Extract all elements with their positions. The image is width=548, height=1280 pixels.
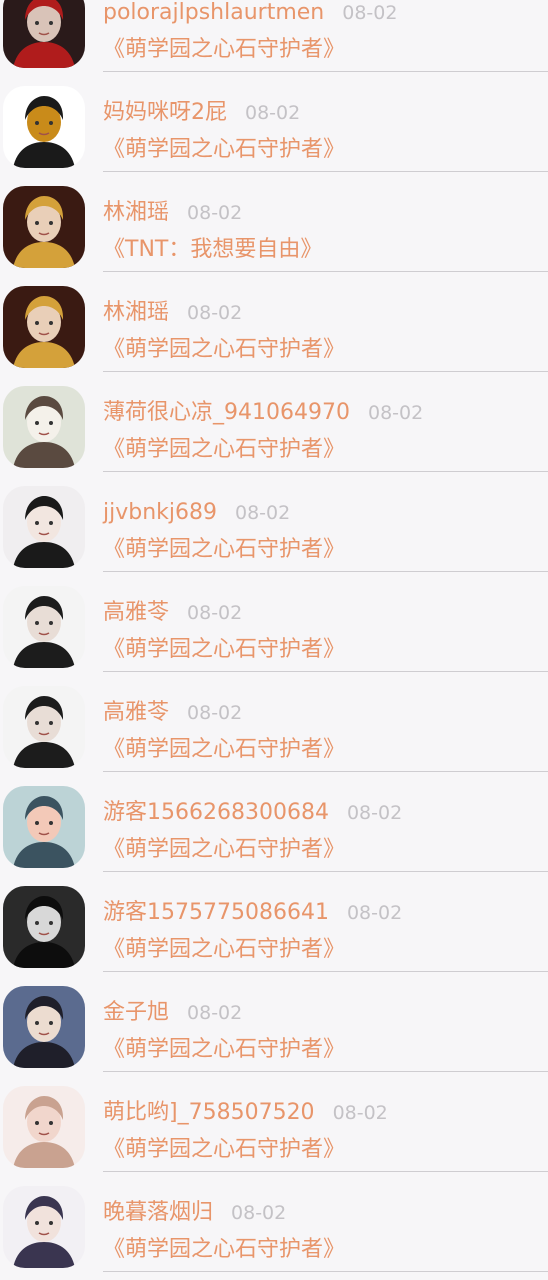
mirror-selfie-avatar <box>3 886 85 968</box>
work-title[interactable]: 《萌学园之心石守护者》 <box>103 935 345 965</box>
username[interactable]: polorajlpshlaurtmen <box>103 0 324 27</box>
list-item[interactable]: 林湘瑶 08-02 《萌学园之心石守护者》 <box>0 272 548 372</box>
username[interactable]: 金子旭 <box>103 999 169 1027</box>
post-date: 08-02 <box>346 902 403 924</box>
list-item[interactable]: 高雅苓 08-02 《萌学园之心石守护者》 <box>0 672 548 772</box>
post-date: 08-02 <box>342 2 398 24</box>
username[interactable]: 林湘瑶 <box>103 199 169 227</box>
username[interactable]: jjvbnkj689 <box>103 499 217 527</box>
post-date: 08-02 <box>367 402 424 424</box>
post-date: 08-02 <box>245 102 301 124</box>
comment-meta: 游客1575775086641 08-02 <box>103 898 402 928</box>
work-title[interactable]: 《萌学园之心石守护者》 <box>103 35 345 65</box>
comment-meta: 薄荷很心凉_941064970 08-02 <box>103 398 423 428</box>
dark-hair-man-avatar <box>3 586 85 668</box>
list-item[interactable]: 林湘瑶 08-02 《TNT：我想要自由》 <box>0 172 548 272</box>
list-item[interactable]: 高雅苓 08-02 《萌学园之心石守护者》 <box>0 572 548 672</box>
username[interactable]: 晚暮落烟归 <box>103 1199 213 1227</box>
post-date: 08-02 <box>332 1102 388 1124</box>
post-date: 08-02 <box>187 1002 243 1024</box>
post-date: 08-02 <box>231 1202 287 1224</box>
comment-meta: 妈妈咪呀2屁 08-02 <box>103 98 300 128</box>
work-title[interactable]: 《萌学园之心石守护者》 <box>103 1035 345 1065</box>
girl-with-dog-avatar <box>3 386 85 468</box>
anime-duo-avatar <box>3 1186 85 1268</box>
list-item[interactable]: 晚暮落烟归 08-02 《萌学园之心石守护者》 <box>0 1172 548 1272</box>
post-date: 08-02 <box>235 502 291 524</box>
username[interactable]: 高雅苓 <box>103 699 169 727</box>
work-title[interactable]: 《萌学园之心石守护者》 <box>103 335 345 365</box>
avatar[interactable] <box>3 1186 85 1268</box>
comment-meta: 金子旭 08-02 <box>103 998 242 1028</box>
avatar[interactable] <box>3 386 85 468</box>
list-item[interactable]: 妈妈咪呀2屁 08-02 《萌学园之心石守护者》 <box>0 72 548 172</box>
post-date: 08-02 <box>346 802 403 824</box>
avatar[interactable] <box>3 0 85 68</box>
comment-meta: jjvbnkj689 08-02 <box>103 498 290 528</box>
avatar[interactable] <box>3 486 85 568</box>
avatar[interactable] <box>3 86 85 168</box>
work-title[interactable]: 《萌学园之心石守护者》 <box>103 435 345 465</box>
anime-striped-avatar <box>3 486 85 568</box>
avatar[interactable] <box>3 286 85 368</box>
young-man-avatar <box>3 986 85 1068</box>
list-item[interactable]: 金子旭 08-02 《萌学园之心石守护者》 <box>0 972 548 1072</box>
username[interactable]: 高雅苓 <box>103 599 169 627</box>
avatar[interactable] <box>3 1086 85 1168</box>
comment-meta: 高雅苓 08-02 <box>103 598 242 628</box>
username[interactable]: 林湘瑶 <box>103 299 169 327</box>
comment-meta: 萌比哟]_758507520 08-02 <box>103 1098 388 1128</box>
dark-hair-man-avatar <box>3 686 85 768</box>
avatar[interactable] <box>3 586 85 668</box>
divider <box>103 1271 548 1272</box>
username[interactable]: 游客1566268300684 <box>103 799 329 827</box>
work-title[interactable]: 《萌学园之心石守护者》 <box>103 1235 345 1265</box>
list-item[interactable]: 萌比哟]_758507520 08-02 《萌学园之心石守护者》 <box>0 1072 548 1172</box>
avatar[interactable] <box>3 986 85 1068</box>
wolf-now-logo-avatar <box>3 86 85 168</box>
sunset-photo-avatar <box>3 786 85 868</box>
work-title[interactable]: 《萌学园之心石守护者》 <box>103 535 345 565</box>
list-item[interactable]: polorajlpshlaurtmen 08-02 《萌学园之心石守护者》 <box>0 0 548 72</box>
masked-face-avatar <box>3 0 85 68</box>
comment-meta: 林湘瑶 08-02 <box>103 198 242 228</box>
username[interactable]: 妈妈咪呀2屁 <box>103 99 227 127</box>
list-item[interactable]: jjvbnkj689 08-02 《萌学园之心石守护者》 <box>0 472 548 572</box>
list-item[interactable]: 游客1566268300684 08-02 《萌学园之心石守护者》 <box>0 772 548 872</box>
work-title[interactable]: 《萌学园之心石守护者》 <box>103 135 345 165</box>
costume-portrait-avatar <box>3 286 85 368</box>
post-date: 08-02 <box>187 302 243 324</box>
avatar[interactable] <box>3 686 85 768</box>
avatar[interactable] <box>3 186 85 268</box>
work-title[interactable]: 《萌学园之心石守护者》 <box>103 635 345 665</box>
post-date: 08-02 <box>187 702 243 724</box>
username[interactable]: 萌比哟]_758507520 <box>103 1099 315 1127</box>
avatar[interactable] <box>3 786 85 868</box>
comment-meta: 林湘瑶 08-02 <box>103 298 242 328</box>
post-date: 08-02 <box>187 602 243 624</box>
chibi-girl-avatar <box>3 1086 85 1168</box>
comment-meta: polorajlpshlaurtmen 08-02 <box>103 0 397 28</box>
comment-list: polorajlpshlaurtmen 08-02 《萌学园之心石守护者》 妈妈… <box>0 0 548 1272</box>
comment-meta: 晚暮落烟归 08-02 <box>103 1198 286 1228</box>
username[interactable]: 游客1575775086641 <box>103 899 329 927</box>
work-title[interactable]: 《萌学园之心石守护者》 <box>103 835 345 865</box>
post-date: 08-02 <box>187 202 243 224</box>
list-item[interactable]: 薄荷很心凉_941064970 08-02 《萌学园之心石守护者》 <box>0 372 548 472</box>
work-title[interactable]: 《TNT：我想要自由》 <box>103 235 322 265</box>
comment-meta: 高雅苓 08-02 <box>103 698 242 728</box>
costume-portrait-avatar <box>3 186 85 268</box>
username[interactable]: 薄荷很心凉_941064970 <box>103 399 350 427</box>
avatar[interactable] <box>3 886 85 968</box>
work-title[interactable]: 《萌学园之心石守护者》 <box>103 735 345 765</box>
list-item[interactable]: 游客1575775086641 08-02 《萌学园之心石守护者》 <box>0 872 548 972</box>
work-title[interactable]: 《萌学园之心石守护者》 <box>103 1135 345 1165</box>
comment-meta: 游客1566268300684 08-02 <box>103 798 402 828</box>
